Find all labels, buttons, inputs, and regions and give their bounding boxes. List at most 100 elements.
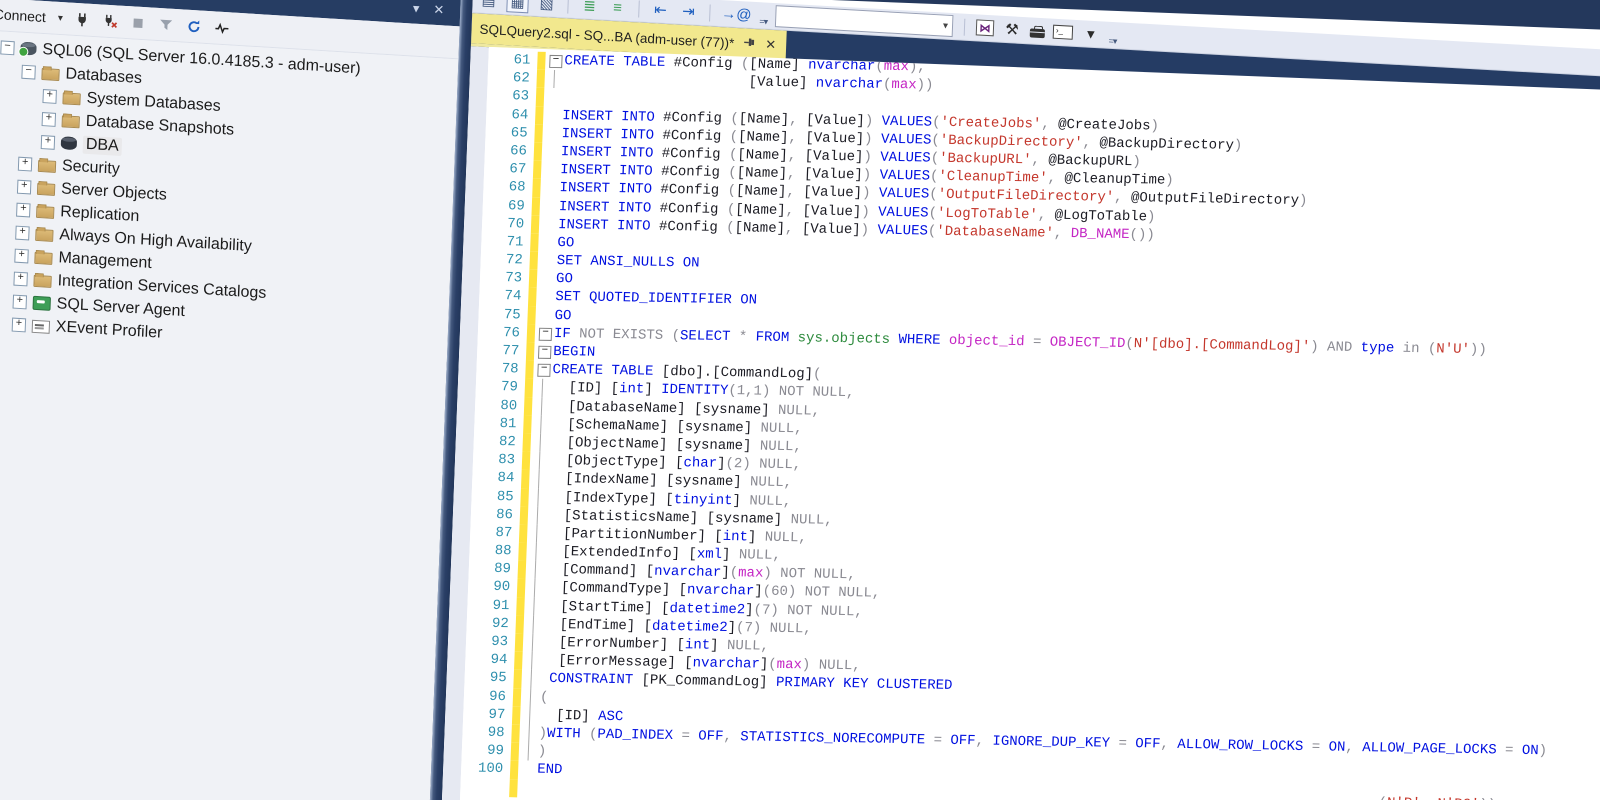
change-tracking-bar xyxy=(529,270,538,288)
change-tracking-bar xyxy=(536,70,545,88)
pin-icon[interactable] xyxy=(743,35,757,52)
activity-monitor-icon[interactable] xyxy=(212,19,231,36)
window-position-icon[interactable]: ▾ xyxy=(413,1,420,17)
toolbar-separator xyxy=(709,4,711,21)
line-number: 67 xyxy=(484,160,534,179)
tree-item-label: XEvent Profiler xyxy=(56,318,163,343)
line-number: 82 xyxy=(473,433,523,452)
expand-icon[interactable]: + xyxy=(12,317,27,332)
toolbar-overflow-icon-2[interactable]: =▾ xyxy=(1108,36,1116,47)
expand-icon[interactable]: + xyxy=(41,135,56,150)
code-text: ( xyxy=(540,688,549,706)
fold-margin xyxy=(524,688,541,706)
vs-query-window-icon[interactable]: ⋈ xyxy=(976,19,995,36)
toolbox-icon[interactable] xyxy=(1030,28,1045,38)
comment-icon[interactable]: ≣ xyxy=(579,0,600,16)
tree-item-label: Management xyxy=(58,249,152,273)
expand-icon[interactable]: + xyxy=(18,156,33,171)
change-tracking-bar xyxy=(535,106,544,124)
close-icon[interactable]: ✕ xyxy=(765,37,777,54)
change-tracking-bar xyxy=(525,361,534,379)
code-area[interactable]: 61−CREATE TABLE #Config ([Name] nvarchar… xyxy=(456,47,1600,800)
collapse-icon[interactable]: − xyxy=(0,40,15,55)
fold-margin xyxy=(531,506,548,524)
connect-plug-icon[interactable] xyxy=(73,11,92,28)
code-text: SET ANSI_NULLS ON xyxy=(556,252,700,273)
line-number: 96 xyxy=(464,687,514,706)
change-tracking-bar xyxy=(520,506,529,524)
change-tracking-bar xyxy=(521,470,530,488)
fold-collapse-icon[interactable]: − xyxy=(538,325,555,343)
fold-margin xyxy=(534,415,551,433)
toolbar-separator xyxy=(638,0,640,17)
connect-button[interactable]: Connect xyxy=(0,6,46,25)
tree-item-label: DBA xyxy=(83,135,123,155)
fold-margin xyxy=(521,761,538,779)
line-number: 98 xyxy=(462,723,512,742)
change-tracking-bar xyxy=(510,761,519,779)
query-options-icon[interactable]: ▦ xyxy=(506,0,529,13)
expand-icon[interactable]: + xyxy=(42,89,57,104)
expand-icon[interactable]: + xyxy=(13,294,28,309)
chevron-down-icon[interactable]: ▾ xyxy=(58,12,63,23)
navigate-to-icon[interactable]: →@ xyxy=(721,3,752,25)
decrease-indent-icon[interactable]: ⇤ xyxy=(650,0,671,20)
fold-collapse-icon[interactable]: − xyxy=(536,361,553,379)
fold-collapse-icon[interactable]: − xyxy=(548,52,565,70)
fold-margin xyxy=(542,215,559,233)
code-text: [ID] ASC xyxy=(539,706,624,726)
tree-item-label: Replication xyxy=(60,203,140,226)
change-tracking-bar xyxy=(530,233,539,251)
dropdown-caret-icon[interactable]: ▾ xyxy=(1081,23,1102,44)
uncomment-icon[interactable]: ≡ xyxy=(607,0,628,18)
expand-icon[interactable]: + xyxy=(16,202,31,217)
expand-icon[interactable]: + xyxy=(42,112,57,127)
refresh-icon[interactable] xyxy=(184,18,203,35)
fold-margin xyxy=(522,724,539,742)
line-number: 66 xyxy=(485,142,535,161)
expand-icon[interactable]: + xyxy=(13,271,28,286)
command-window-icon[interactable]: ›_ xyxy=(1053,25,1074,40)
fold-margin xyxy=(526,615,543,633)
line-number: 93 xyxy=(466,632,516,651)
fold-margin xyxy=(547,70,564,88)
toolbar-overflow-icon[interactable]: =▾ xyxy=(759,16,767,27)
filter-icon[interactable] xyxy=(156,16,175,33)
xevent-icon xyxy=(32,319,50,333)
stop-icon[interactable] xyxy=(128,14,147,31)
fold-margin xyxy=(527,597,544,615)
wrench-icon[interactable]: ⚒ xyxy=(1002,19,1023,40)
change-tracking-bar xyxy=(522,433,531,451)
change-tracking-bar xyxy=(533,161,542,179)
folder-icon xyxy=(41,68,59,81)
tree-item-label: Databases xyxy=(65,65,142,88)
increase-indent-icon[interactable]: ⇥ xyxy=(678,1,699,22)
expand-icon[interactable]: + xyxy=(15,225,30,240)
line-number: 100 xyxy=(461,760,511,779)
line-number: 99 xyxy=(462,741,512,760)
disconnect-plug-icon[interactable] xyxy=(101,12,120,29)
object-explorer-panel: ▾✕ Connect▾ −SQL06 (SQL Server 16.0.4185… xyxy=(0,0,461,800)
code-text: END xyxy=(537,761,563,780)
close-icon[interactable]: ✕ xyxy=(433,2,445,19)
code-text: GO xyxy=(557,234,575,252)
folder-icon xyxy=(35,229,53,242)
actual-execution-plan-icon[interactable]: ▧ xyxy=(536,0,557,14)
expand-icon[interactable]: + xyxy=(14,248,29,263)
toolbar-separator xyxy=(567,0,569,13)
code-text: BEGIN xyxy=(553,343,596,362)
change-tracking-bar xyxy=(515,633,524,651)
fold-collapse-icon[interactable]: − xyxy=(537,343,554,361)
code-text: GO xyxy=(554,307,572,325)
change-tracking-bar xyxy=(534,143,543,161)
change-tracking-bar xyxy=(512,706,521,724)
fold-margin xyxy=(526,633,543,651)
folder-icon xyxy=(33,275,51,288)
line-number: 91 xyxy=(467,596,517,615)
template-parameters-icon[interactable]: ▤ xyxy=(478,0,499,11)
collapse-icon[interactable]: − xyxy=(21,64,36,79)
expand-icon[interactable]: + xyxy=(17,179,32,194)
line-number: 95 xyxy=(464,669,514,688)
folder-icon xyxy=(62,92,80,105)
change-tracking-bar xyxy=(514,651,523,669)
